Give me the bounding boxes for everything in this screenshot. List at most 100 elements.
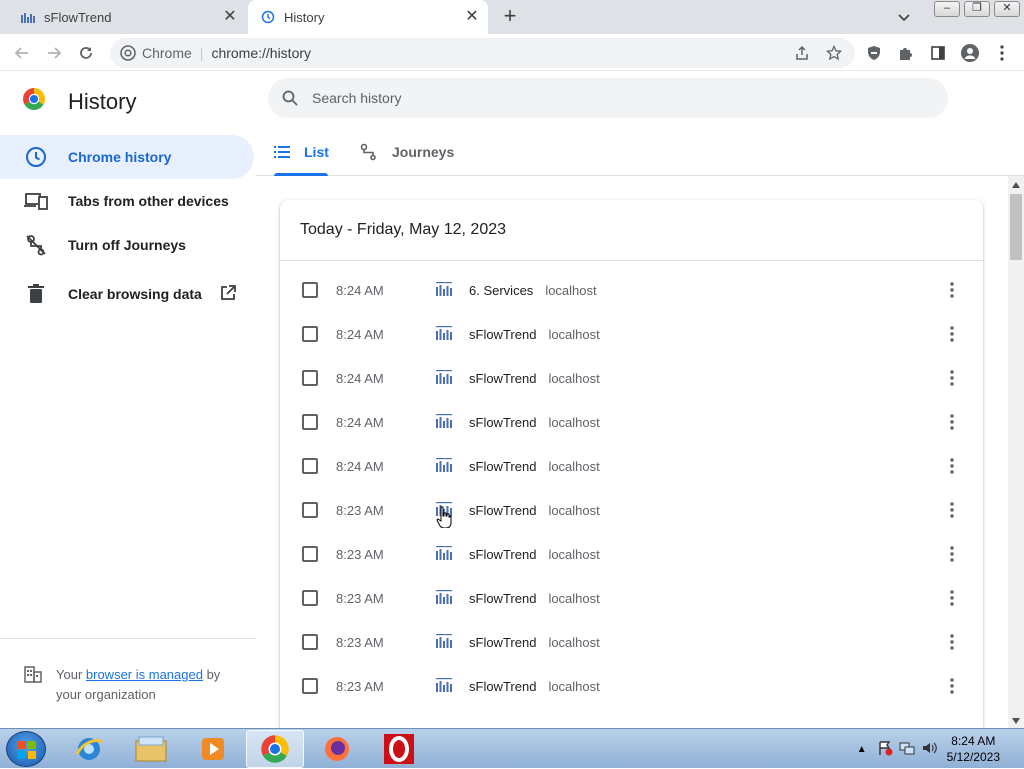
row-more-actions-icon[interactable] (942, 588, 962, 608)
search-history-box[interactable] (268, 78, 948, 118)
tab-search-chevron-icon[interactable] (896, 9, 912, 25)
row-title-link[interactable]: sFlowTrend localhost (469, 327, 600, 342)
row-more-actions-icon[interactable] (942, 368, 962, 388)
row-more-actions-icon[interactable] (942, 412, 962, 432)
media-player-taskbar-icon[interactable] (184, 730, 242, 768)
browser-managed-link[interactable]: browser is managed (86, 667, 203, 682)
history-row[interactable]: 8:23 AM sFlowTrend localhost (280, 620, 983, 664)
profile-avatar-icon[interactable] (961, 44, 979, 62)
close-tab-icon[interactable]: ✕ (222, 9, 238, 25)
history-row[interactable]: 8:23 AM sFlowTrend localhost (280, 532, 983, 576)
row-more-actions-icon[interactable] (942, 500, 962, 520)
close-window-button[interactable]: ✕ (994, 1, 1020, 17)
row-title: sFlowTrend (469, 546, 537, 562)
row-domain: localhost (548, 678, 600, 694)
history-row[interactable]: 8:24 AM sFlowTrend localhost (280, 312, 983, 356)
network-icon[interactable] (899, 740, 915, 759)
forward-arrow-icon[interactable] (43, 42, 65, 64)
sflowtrend-favicon-icon (436, 634, 452, 650)
history-row[interactable]: 8:23 AM sFlowTrend localhost (280, 664, 983, 708)
windows-taskbar: ▲ 8:24 AM 5/12/2023 (0, 728, 1024, 768)
action-center-flag-icon[interactable] (877, 740, 893, 759)
row-checkbox[interactable] (302, 458, 318, 474)
history-row[interactable]: 8:24 AM sFlowTrend localhost (280, 400, 983, 444)
row-more-actions-icon[interactable] (942, 676, 962, 696)
internet-explorer-taskbar-icon[interactable] (60, 730, 118, 768)
start-button[interactable] (6, 731, 46, 767)
row-title-link[interactable]: sFlowTrend localhost (469, 415, 600, 430)
scroll-up-arrow-icon[interactable] (1012, 182, 1020, 188)
row-title-link[interactable]: sFlowTrend localhost (469, 591, 600, 606)
row-checkbox[interactable] (302, 414, 318, 430)
row-checkbox[interactable] (302, 370, 318, 386)
row-title-link[interactable]: sFlowTrend localhost (469, 503, 600, 518)
row-checkbox[interactable] (302, 546, 318, 562)
row-title-link[interactable]: sFlowTrend localhost (469, 635, 600, 650)
sidebar-item-clear-browsing-data[interactable]: Clear browsing data (0, 272, 254, 316)
tab-sflowtrend[interactable]: sFlowTrend ✕ (0, 0, 246, 34)
row-checkbox[interactable] (302, 634, 318, 650)
row-checkbox[interactable] (302, 590, 318, 606)
sidebar-item-tabs-other-devices[interactable]: Tabs from other devices (0, 179, 254, 223)
row-domain: localhost (548, 326, 600, 342)
sidebar-item-turn-off-journeys[interactable]: Turn off Journeys (0, 223, 254, 267)
search-input[interactable] (312, 90, 872, 106)
row-title-link[interactable]: 6. Services localhost (469, 283, 597, 298)
history-row[interactable]: 8:24 AM sFlowTrend localhost (280, 444, 983, 488)
close-tab-icon[interactable]: ✕ (464, 9, 480, 25)
external-link-icon (220, 284, 236, 304)
page-scrollbar[interactable] (1008, 176, 1024, 728)
journeys-off-icon (24, 233, 48, 257)
row-title-link[interactable]: sFlowTrend localhost (469, 371, 600, 386)
tab-label: List (304, 143, 329, 160)
taskbar-clock[interactable]: 8:24 AM 5/12/2023 (947, 733, 1000, 765)
clock-date: 5/12/2023 (946, 750, 1000, 764)
row-domain: localhost (548, 458, 600, 474)
extensions-puzzle-icon[interactable] (897, 44, 915, 62)
new-tab-button[interactable]: + (498, 5, 522, 29)
tab-journeys[interactable]: Journeys (360, 128, 454, 175)
firefox-taskbar-icon[interactable] (308, 730, 366, 768)
volume-icon[interactable] (921, 740, 937, 759)
row-domain: localhost (548, 634, 600, 650)
row-title-link[interactable]: sFlowTrend localhost (469, 459, 600, 474)
menu-kebab-icon[interactable] (993, 44, 1011, 62)
tab-label: Journeys (392, 143, 455, 160)
sidebar-item-chrome-history[interactable]: Chrome history (0, 135, 254, 179)
row-title-link[interactable]: sFlowTrend localhost (469, 547, 600, 562)
row-more-actions-icon[interactable] (942, 324, 962, 344)
row-more-actions-icon[interactable] (942, 280, 962, 300)
row-checkbox[interactable] (302, 326, 318, 342)
side-panel-icon[interactable] (929, 44, 947, 62)
scrollbar-thumb[interactable] (1010, 194, 1022, 260)
history-row[interactable]: 8:23 AM sFlowTrend localhost (280, 576, 983, 620)
row-more-actions-icon[interactable] (942, 632, 962, 652)
address-bar[interactable]: Chrome | chrome://history (110, 38, 855, 68)
building-icon (24, 665, 42, 705)
history-clock-icon (260, 9, 276, 25)
reload-icon[interactable] (75, 42, 97, 64)
row-more-actions-icon[interactable] (942, 544, 962, 564)
chrome-taskbar-icon[interactable] (246, 730, 304, 768)
file-explorer-taskbar-icon[interactable] (122, 730, 180, 768)
scroll-down-arrow-icon[interactable] (1012, 718, 1020, 724)
shield-extension-icon[interactable] (865, 44, 883, 62)
row-checkbox[interactable] (302, 678, 318, 694)
bookmark-star-icon[interactable] (825, 44, 843, 62)
row-checkbox[interactable] (302, 502, 318, 518)
row-title: sFlowTrend (469, 634, 537, 650)
row-title-link[interactable]: sFlowTrend localhost (469, 679, 600, 694)
tab-history[interactable]: History ✕ (248, 0, 488, 34)
history-row[interactable]: 8:23 AM sFlowTrend localhost (280, 488, 983, 532)
opera-taskbar-icon[interactable] (370, 730, 428, 768)
restore-button[interactable]: ❐ (964, 1, 990, 17)
share-icon[interactable] (793, 44, 811, 62)
minimize-button[interactable]: – (934, 1, 960, 17)
show-hidden-icons-icon[interactable]: ▲ (857, 744, 867, 755)
tab-list[interactable]: List (274, 128, 329, 176)
row-checkbox[interactable] (302, 282, 318, 298)
history-row[interactable]: 8:24 AM sFlowTrend localhost (280, 356, 983, 400)
back-arrow-icon[interactable] (11, 42, 33, 64)
row-more-actions-icon[interactable] (942, 456, 962, 476)
history-row[interactable]: 8:24 AM 6. Services localhost (280, 268, 983, 312)
